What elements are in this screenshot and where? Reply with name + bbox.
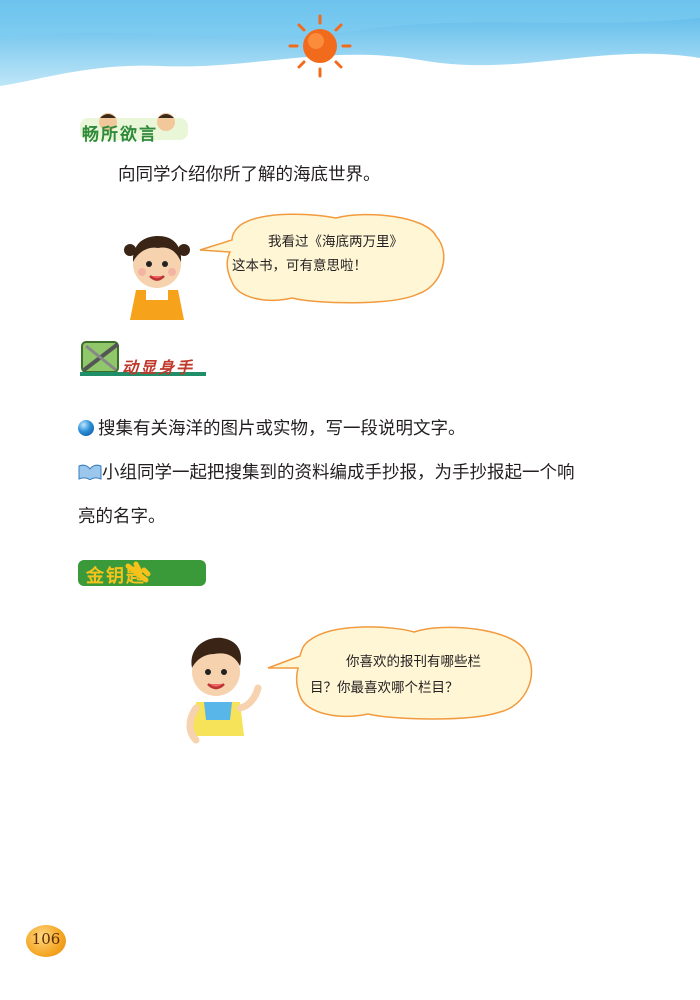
badge-label: 畅所欲言 [82, 125, 158, 145]
bubble-girl-line1: 我看过《海底两万里》 [268, 234, 403, 250]
badge-label: 金钥匙 [86, 566, 146, 587]
practice-item-1: 搜集有关海洋的图片或实物，写一段说明文字。 [78, 417, 466, 441]
open-book-icon [78, 464, 102, 481]
girl-illustration [124, 236, 190, 320]
bubble-boy-line1: 你喜欢的报刊有哪些栏 [346, 654, 481, 670]
boy-illustration [186, 637, 262, 744]
section-badge-golden-key: 金钥匙 [78, 558, 208, 588]
bubble-boy-line2: 目？你最喜欢哪个栏目？ [310, 680, 459, 696]
speak-prompt: 向同学介绍你所了解的海底世界。 [118, 165, 381, 185]
practice-item-2: 小组同学一起把搜集到的资料编成手抄报，为手抄报起一个响 [78, 461, 575, 485]
practice-item-2-text: 小组同学一起把搜集到的资料编成手抄报，为手抄报起一个响 [102, 463, 575, 483]
practice-item-2-cont: 亮的名字。 [78, 507, 166, 527]
globe-bullet-icon [78, 420, 94, 436]
section-badge-practice: 动显身手 [76, 338, 208, 382]
sun-icon [288, 14, 352, 78]
page-number: 106 [31, 930, 61, 948]
badge-label: 动显身手 [122, 358, 195, 377]
bubble-girl-line2: 这本书，可有意思啦！ [232, 258, 367, 274]
section-badge-speak: 畅所欲言 [78, 112, 190, 145]
practice-item-1-text: 搜集有关海洋的图片或实物，写一段说明文字。 [98, 419, 466, 439]
